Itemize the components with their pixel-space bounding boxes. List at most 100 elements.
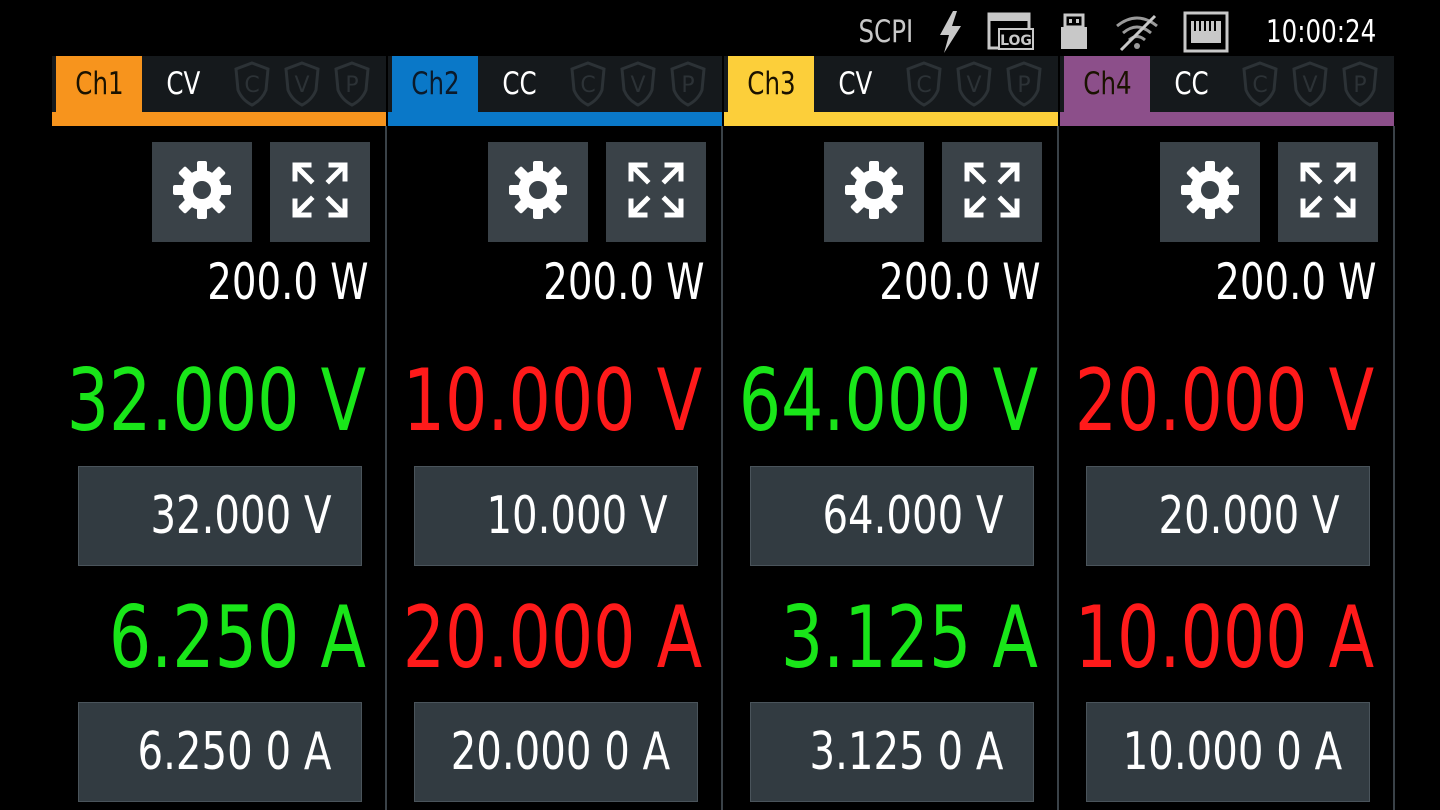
gear-icon [170,158,234,226]
channel-settings-button[interactable] [488,142,588,242]
channel-color-bar [388,112,722,126]
channel-divider [385,126,387,810]
measured-current: 10.000 A [1026,588,1374,688]
current-setpoint-field[interactable]: 3.125 0 A [750,702,1034,802]
measured-voltage-text: 10.000 V [402,351,702,451]
channel-settings-button[interactable] [1160,142,1260,242]
power-limit-value: 200.0 W [853,252,1040,312]
expand-icon [625,159,687,225]
mode-label: CC [1174,66,1209,102]
measured-voltage: 64.000 V [690,351,1038,451]
voltage-setpoint-text: 32.000 V [149,486,331,546]
ocp-shield-icon: C [904,60,944,108]
mode-label: CV [838,66,873,102]
power-limit-text: 200.0 W [542,253,704,311]
gear-icon [1178,158,1242,226]
power-limit-value: 200.0 W [517,252,704,312]
voltage-setpoint-text: 10.000 V [485,486,667,546]
log-label: LOG [1000,33,1032,49]
channel-expand-button[interactable] [942,142,1042,242]
channel-label: Ch1 [74,66,124,102]
svg-text:V: V [966,73,981,98]
ocp-shield-icon: C [232,60,272,108]
channel-color-bar [724,112,1058,126]
svg-text:P: P [345,73,358,98]
channel-tab[interactable]: Ch4 [1064,56,1150,112]
voltage-setpoint-field[interactable]: 64.000 V [750,466,1034,566]
channel-tab[interactable]: Ch2 [392,56,478,112]
measured-voltage: 20.000 V [1026,351,1374,451]
current-setpoint-text: 10.000 0 A [1122,722,1343,782]
channel-label: Ch2 [410,66,460,102]
power-limit-text: 200.0 W [206,253,368,311]
measured-current: 20.000 A [354,588,702,688]
regulation-mode: CC [1172,56,1211,112]
channel-settings-button[interactable] [824,142,924,242]
measured-voltage: 10.000 V [354,351,702,451]
expand-icon [961,159,1023,225]
measured-current: 3.125 A [739,588,1038,688]
measured-current-text: 3.125 A [780,588,1038,688]
lightning-icon [935,9,965,55]
ocp-shield-icon: C [1240,60,1280,108]
svg-text:P: P [1353,73,1366,98]
svg-text:V: V [630,73,645,98]
channel-color-bar [1060,112,1394,126]
measured-current-text: 10.000 A [1074,588,1374,688]
channel-tab[interactable]: Ch1 [56,56,142,112]
channel-expand-button[interactable] [606,142,706,242]
current-setpoint-text: 20.000 0 A [450,722,671,782]
scpi-indicator: SCPI [857,14,913,50]
regulation-mode: CV [164,56,203,112]
channel-2-panel: Ch2 CC C V P 200.0 W 10.000 V 10.000 V 2… [388,56,723,810]
voltage-setpoint-field[interactable]: 32.000 V [78,466,362,566]
opp-shield-icon: P [332,60,372,108]
current-setpoint-field[interactable]: 20.000 0 A [414,702,698,802]
gear-icon [506,158,570,226]
ovp-shield-icon: V [282,60,322,108]
measured-voltage-text: 64.000 V [738,351,1038,451]
opp-shield-icon: P [668,60,708,108]
voltage-setpoint-text: 20.000 V [1157,486,1339,546]
gear-icon [842,158,906,226]
current-setpoint-field[interactable]: 10.000 0 A [1086,702,1370,802]
power-limit-value: 200.0 W [1189,252,1376,312]
channel-3-panel: Ch3 CV C V P 200.0 W 64.000 V 64.000 V 3… [724,56,1059,810]
channel-expand-button[interactable] [270,142,370,242]
channel-label: Ch4 [1082,66,1132,102]
measured-voltage-text: 20.000 V [1074,351,1374,451]
svg-text:V: V [294,73,309,98]
svg-text:C: C [916,73,931,98]
svg-text:P: P [1017,73,1030,98]
measured-voltage: 32.000 V [18,351,366,451]
channel-header: Ch1 CV C V P [52,56,386,126]
log-icon: LOG [987,12,1035,52]
ovp-shield-icon: V [954,60,994,108]
regulation-mode: CV [836,56,875,112]
mode-label: CC [502,66,537,102]
measured-voltage-text: 32.000 V [66,351,366,451]
voltage-setpoint-field[interactable]: 10.000 V [414,466,698,566]
ovp-shield-icon: V [1290,60,1330,108]
power-supply-screen: SCPI LOG 10:00:24 Ch1 CV C V P 200.0 W 3… [48,0,1395,810]
channel-expand-button[interactable] [1278,142,1378,242]
channel-tab[interactable]: Ch3 [728,56,814,112]
channel-1-panel: Ch1 CV C V P 200.0 W 32.000 V 32.000 V 6… [52,56,387,810]
expand-icon [289,159,351,225]
voltage-setpoint-text: 64.000 V [821,486,1003,546]
channel-header: Ch3 CV C V P [724,56,1058,126]
current-setpoint-field[interactable]: 6.250 0 A [78,702,362,802]
status-bar: SCPI LOG 10:00:24 [851,8,1376,56]
channel-header: Ch4 CC C V P [1060,56,1394,126]
svg-text:C: C [1252,73,1267,98]
regulation-mode: CC [500,56,539,112]
channel-divider [721,126,723,810]
current-setpoint-text: 6.250 0 A [137,722,331,782]
voltage-setpoint-field[interactable]: 20.000 V [1086,466,1370,566]
power-limit-value: 200.0 W [181,252,368,312]
ovp-shield-icon: V [618,60,658,108]
opp-shield-icon: P [1340,60,1380,108]
channel-settings-button[interactable] [152,142,252,242]
power-limit-text: 200.0 W [878,253,1040,311]
opp-shield-icon: P [1004,60,1044,108]
